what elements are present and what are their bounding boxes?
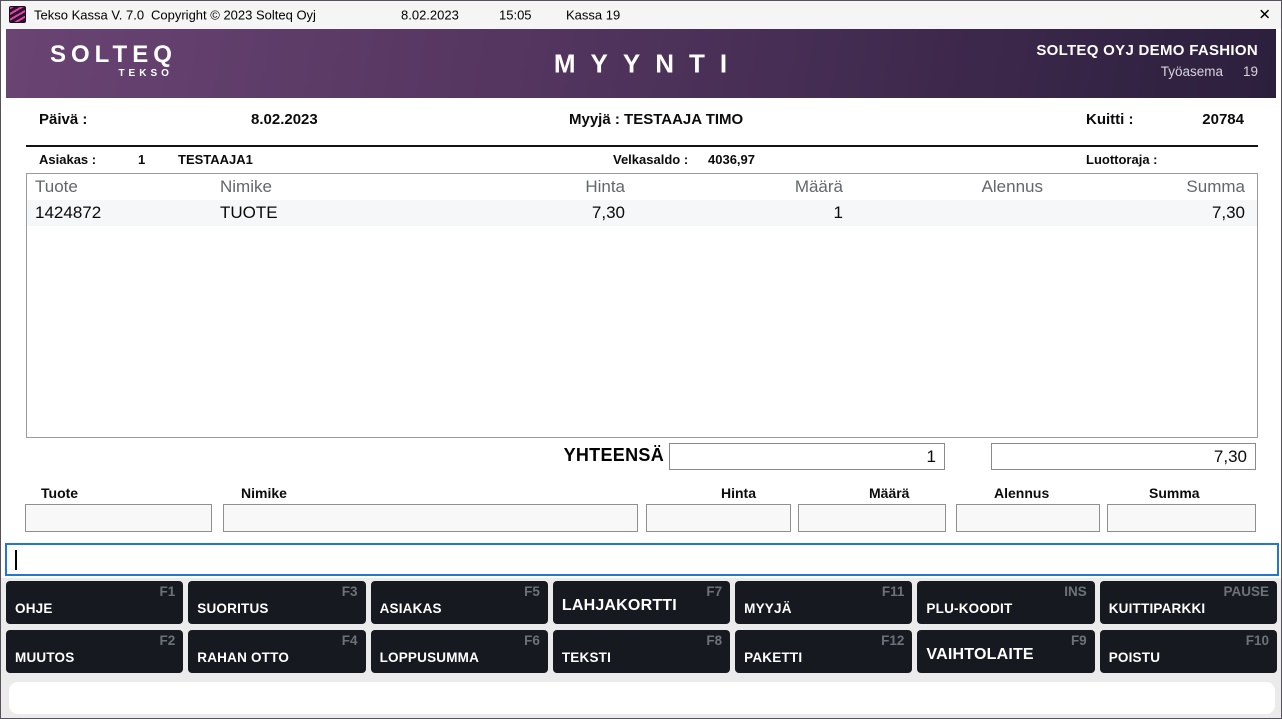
command-input[interactable] xyxy=(7,545,1277,574)
col-header-summa: Summa xyxy=(1186,177,1245,196)
loppusumma-button[interactable]: LOPPUSUMMA F6 xyxy=(370,630,548,673)
text-caret xyxy=(15,550,17,570)
fkey-badge: F7 xyxy=(706,584,723,599)
lahjakortti-button[interactable]: LAHJAKORTTI F7 xyxy=(552,581,731,624)
workstation-number: 19 xyxy=(1242,64,1258,79)
entry-label-tuote: Tuote xyxy=(41,485,79,501)
col-header-nimike: Nimike xyxy=(220,177,272,196)
solteq-logo: SOLTEQ TEKSO xyxy=(50,41,177,80)
cell-tuote: 1424872 xyxy=(35,203,102,222)
entry-label-nimike: Nimike xyxy=(241,485,287,501)
fkey-badge: F3 xyxy=(341,584,358,599)
app-title: Tekso Kassa V. 7.0 xyxy=(34,7,145,23)
entry-label-maara: Määrä xyxy=(869,485,910,501)
entry-label-summa: Summa xyxy=(1149,485,1200,501)
date-value: 8.02.2023 xyxy=(251,111,318,128)
cell-summa: 7,30 xyxy=(1211,203,1245,222)
fkey-badge: F5 xyxy=(524,584,540,599)
pos-window: Tekso Kassa V. 7.0 Copyright © 2023 Solt… xyxy=(0,0,1282,719)
fkey-badge: F10 xyxy=(1245,633,1269,648)
maara-input[interactable] xyxy=(798,504,946,532)
poistu-button[interactable]: POISTU F10 xyxy=(1099,630,1277,673)
fkey-badge: F1 xyxy=(159,584,176,599)
store-info: SOLTEQ OYJ DEMO FASHION Työasema 19 xyxy=(1036,42,1258,79)
receipt-label: Kuitti : xyxy=(1086,111,1134,128)
fkey-badge: PAUSE xyxy=(1223,584,1269,599)
titlebar-time: 15:05 xyxy=(499,7,532,23)
vaihtolaite-button[interactable]: VAIHTOLAITE F9 xyxy=(917,630,1095,673)
col-header-maara: Määrä xyxy=(794,177,843,196)
fkey-badge: F11 xyxy=(881,584,905,599)
register-number: Kassa 19 xyxy=(566,7,621,23)
asiakas-button[interactable]: ASIAKAS F5 xyxy=(370,581,548,624)
entry-label-hinta: Hinta xyxy=(721,485,756,501)
total-quantity-box: 1 xyxy=(669,443,945,470)
date-label: Päivä : xyxy=(39,111,88,128)
cell-maara: 1 xyxy=(833,203,843,222)
receipt-table: Tuote Nimike Hinta Määrä Alennus Summa 1… xyxy=(26,173,1258,438)
cell-nimike: TUOTE xyxy=(220,203,278,222)
summa-input[interactable] xyxy=(1107,504,1256,532)
receipt-row[interactable]: 1424872 TUOTE 7,30 1 7,30 xyxy=(27,200,1257,226)
fkey-badge: F9 xyxy=(1070,633,1087,648)
entry-label-alennus: Alennus xyxy=(994,485,1050,501)
app-header: SOLTEQ TEKSO MYYNTI SOLTEQ OYJ DEMO FASH… xyxy=(6,29,1276,98)
fkey-badge: F8 xyxy=(706,633,723,648)
app-icon xyxy=(9,6,26,23)
store-name: SOLTEQ OYJ DEMO FASHION xyxy=(1036,42,1258,59)
logo-secondary-text: TEKSO xyxy=(118,68,173,80)
workstation-label: Työasema xyxy=(1160,64,1223,79)
totals-label: YHTEENSÄ xyxy=(563,445,664,465)
keypad-grid: OHJE F1 SUORITUS F3 ASIAKAS F5 LAHJAKORTTI F… xyxy=(6,581,1277,673)
col-header-tuote: Tuote xyxy=(35,177,78,196)
cashier-value: TESTAAJA TIMO xyxy=(624,111,744,128)
fkey-badge: F12 xyxy=(881,633,905,648)
muutos-button[interactable]: MUUTOS F2 xyxy=(6,630,184,673)
customer-number: 1 xyxy=(138,152,146,167)
suoritus-button[interactable]: SUORITUS F3 xyxy=(188,581,366,624)
fkey-badge: F2 xyxy=(159,633,176,648)
keypad-area: OHJE F1 SUORITUS F3 ASIAKAS F5 LAHJAKORTTI F… xyxy=(1,578,1281,718)
command-input-wrap xyxy=(5,543,1279,576)
col-header-alennus: Alennus xyxy=(981,177,1043,196)
copyright-text: Copyright © 2023 Solteq Oyj xyxy=(151,7,316,23)
logo-primary-text: SOLTEQ xyxy=(50,41,177,68)
paketti-button[interactable]: PAKETTI F12 xyxy=(735,630,913,673)
plu-koodit-button[interactable]: PLU-KOODIT INS xyxy=(917,581,1095,624)
close-icon[interactable]: ✕ xyxy=(1258,8,1271,23)
titlebar-date: 8.02.2023 xyxy=(401,7,459,23)
debt-value: 4036,97 xyxy=(708,152,755,167)
cashier-label: Myyjä : xyxy=(569,111,620,128)
debt-label: Velkasaldo : xyxy=(613,152,689,167)
total-sum-box: 7,30 xyxy=(991,443,1256,470)
rahan-otto-button[interactable]: RAHAN OTTO F4 xyxy=(188,630,366,673)
cashier-line: Myyjä : TESTAAJA TIMO xyxy=(569,111,743,128)
screen-title: MYYNTI xyxy=(553,48,743,78)
nimike-input[interactable] xyxy=(223,504,638,532)
window-titlebar: Tekso Kassa V. 7.0 Copyright © 2023 Solt… xyxy=(1,1,1281,29)
fkey-badge: F6 xyxy=(524,633,540,648)
col-header-hinta: Hinta xyxy=(585,177,625,196)
alennus-input[interactable] xyxy=(956,504,1100,532)
credit-limit-label: Luottoraja : xyxy=(1086,152,1158,167)
cell-hinta: 7,30 xyxy=(591,203,625,222)
fkey-badge: F4 xyxy=(341,633,358,648)
hinta-input[interactable] xyxy=(646,504,791,532)
myyja-button[interactable]: MYYJÄ F11 xyxy=(735,581,913,624)
customer-label: Asiakas : xyxy=(39,152,97,167)
workstation-line: Työasema 19 xyxy=(1036,64,1258,79)
fkey-badge: INS xyxy=(1064,584,1087,599)
customer-name: TESTAAJA1 xyxy=(178,152,253,167)
ohje-button[interactable]: OHJE F1 xyxy=(6,581,184,624)
message-bar xyxy=(9,682,1275,714)
tuote-input[interactable] xyxy=(25,504,212,532)
receipt-number: 20784 xyxy=(1202,111,1244,128)
kuittiparkki-button[interactable]: KUITTIPARKKI PAUSE xyxy=(1099,581,1277,624)
receipt-table-header: Tuote Nimike Hinta Määrä Alennus Summa xyxy=(27,174,1257,200)
info-divider xyxy=(26,145,1258,147)
teksti-button[interactable]: TEKSTI F8 xyxy=(552,630,731,673)
